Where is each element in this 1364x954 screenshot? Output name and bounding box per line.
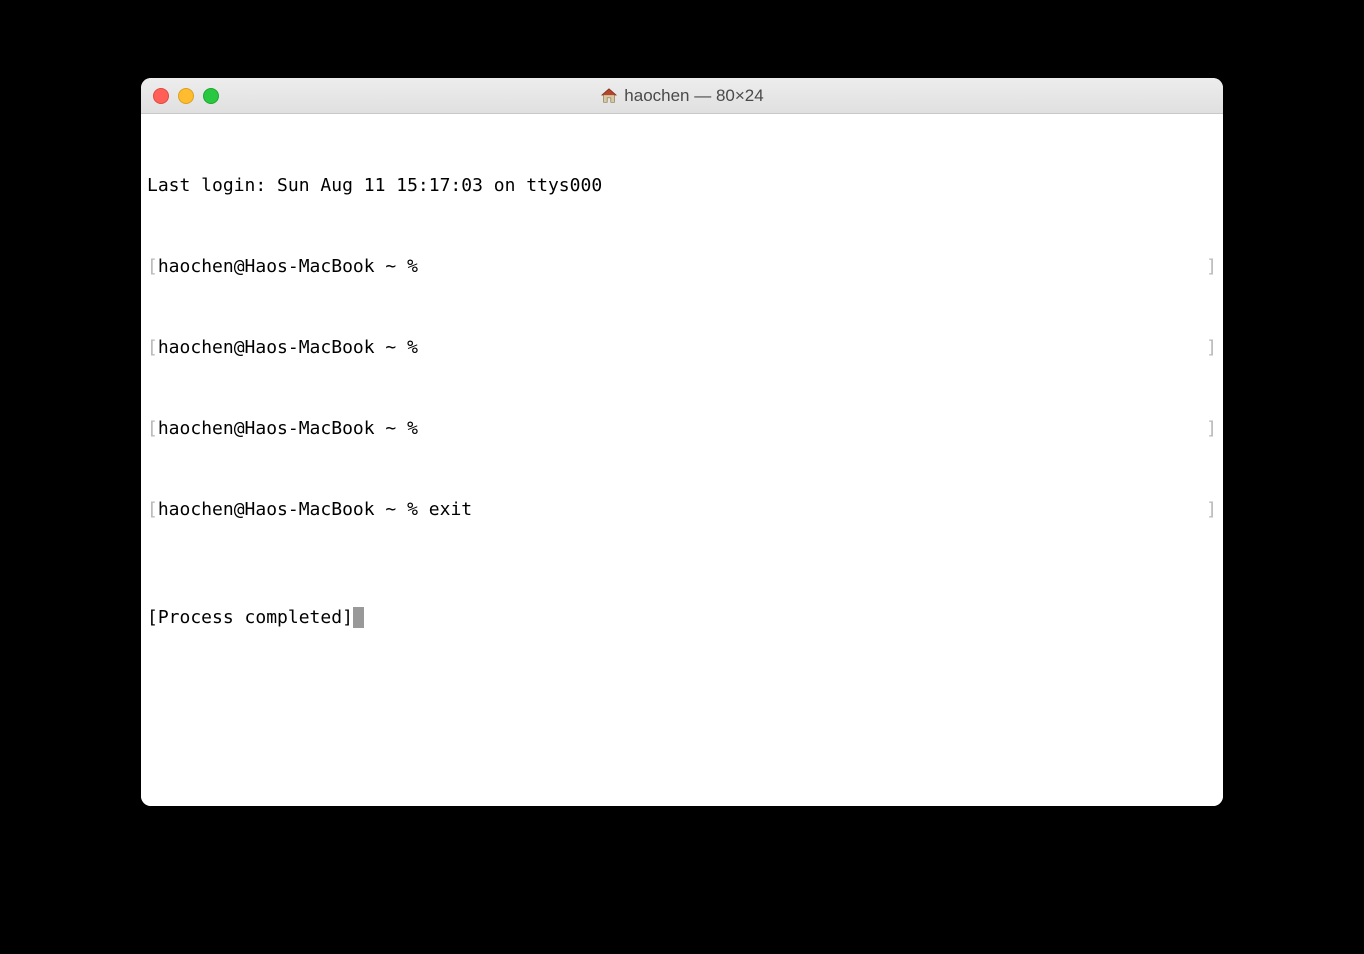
prompt-text: haochen@Haos-MacBook ~ % <box>158 256 429 277</box>
home-icon <box>600 87 618 105</box>
zoom-button[interactable] <box>203 88 219 104</box>
prompt-text: haochen@Haos-MacBook ~ % <box>158 499 429 520</box>
right-bracket: ] <box>1206 496 1217 523</box>
close-button[interactable] <box>153 88 169 104</box>
titlebar[interactable]: haochen — 80×24 <box>141 78 1223 114</box>
prompt-text: haochen@Haos-MacBook ~ % <box>158 418 429 439</box>
window-title-text: haochen — 80×24 <box>624 86 763 106</box>
last-login-line: Last login: Sun Aug 11 15:17:03 on ttys0… <box>147 172 1217 199</box>
prompt-line: [haochen@Haos-MacBook ~ % ] <box>147 334 1217 361</box>
prompt-text: haochen@Haos-MacBook ~ % <box>158 337 429 358</box>
left-bracket: [ <box>147 337 158 358</box>
right-bracket: ] <box>1206 334 1217 361</box>
cursor-icon <box>353 607 364 628</box>
right-bracket: ] <box>1206 415 1217 442</box>
left-bracket: [ <box>147 499 158 520</box>
right-bracket: ] <box>1206 253 1217 280</box>
prompt-line: [haochen@Haos-MacBook ~ % exit] <box>147 496 1217 523</box>
prompt-line: [haochen@Haos-MacBook ~ % ] <box>147 415 1217 442</box>
terminal-content[interactable]: Last login: Sun Aug 11 15:17:03 on ttys0… <box>141 114 1223 806</box>
command-text: exit <box>429 499 472 520</box>
prompt-line: [haochen@Haos-MacBook ~ % ] <box>147 253 1217 280</box>
last-login-text: Last login: Sun Aug 11 15:17:03 on ttys0… <box>147 172 602 199</box>
left-bracket: [ <box>147 418 158 439</box>
terminal-window: haochen — 80×24 Last login: Sun Aug 11 1… <box>141 78 1223 806</box>
process-completed-line: [Process completed] <box>147 604 1217 631</box>
left-bracket: [ <box>147 256 158 277</box>
window-title: haochen — 80×24 <box>141 86 1223 106</box>
traffic-lights <box>153 88 219 104</box>
process-completed-text: [Process completed] <box>147 604 353 631</box>
minimize-button[interactable] <box>178 88 194 104</box>
